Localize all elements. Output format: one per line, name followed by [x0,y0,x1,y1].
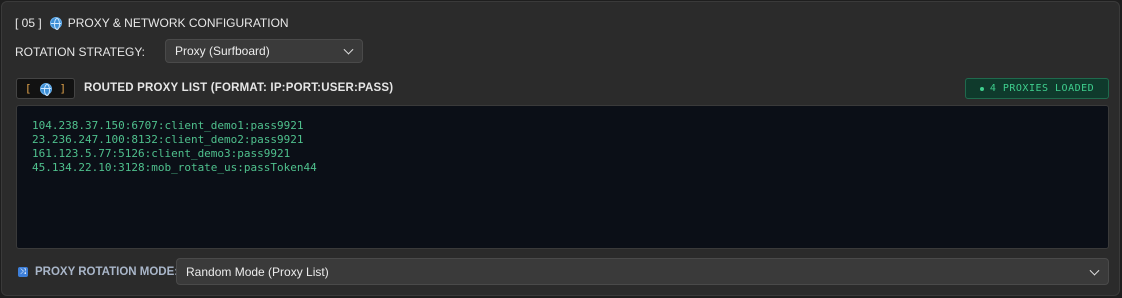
rotation-mode-label: PROXY ROTATION MODE: [35,266,179,278]
globe-icon [49,17,62,30]
proxy-list-title: ROUTED PROXY LIST (FORMAT: IP:PORT:USER:… [84,82,394,94]
chevron-down-icon [343,44,354,55]
rotation-mode-select[interactable]: Random Mode (Proxy List) [176,258,1109,285]
section-number: [ 05 ] [15,16,42,30]
rotation-strategy-label: ROTATION STRATEGY: [15,45,146,59]
rotation-strategy-select[interactable]: Proxy (Surfboard) [165,39,363,63]
globe-icon [39,82,52,96]
proxy-network-panel: [ 05 ] PROXY & NETWORK CONFIGURATION ROT… [1,1,1120,296]
bracket-left: [ [24,82,32,95]
proxy-list-icon-badge: [ ] [16,78,75,99]
shuffle-icon: ⤨ [18,267,28,277]
section-header: [ 05 ] PROXY & NETWORK CONFIGURATION [15,15,289,31]
status-dot-icon [979,86,984,91]
proxy-line: 161.123.5.77:5126:client_demo3:pass9921 [32,147,291,160]
proxies-loaded-text: 4 PROXIES LOADED [989,83,1095,94]
proxy-line: 104.238.37.150:6707:client_demo1:pass992… [32,119,304,132]
proxy-line: 23.236.247.100:8132:client_demo2:pass992… [32,133,304,146]
proxy-list-textarea[interactable]: 104.238.37.150:6707:client_demo1:pass992… [16,105,1109,249]
chevron-down-icon [1089,265,1100,276]
bracket-right: ] [59,82,67,95]
proxy-line: 45.134.22.10:3128:mob_rotate_us:passToke… [32,161,317,174]
rotation-mode-value: Random Mode (Proxy List) [186,264,329,279]
rotation-strategy-value: Proxy (Surfboard) [175,44,270,58]
section-title: PROXY & NETWORK CONFIGURATION [67,16,289,30]
proxies-loaded-badge: 4 PROXIES LOADED [965,78,1109,99]
